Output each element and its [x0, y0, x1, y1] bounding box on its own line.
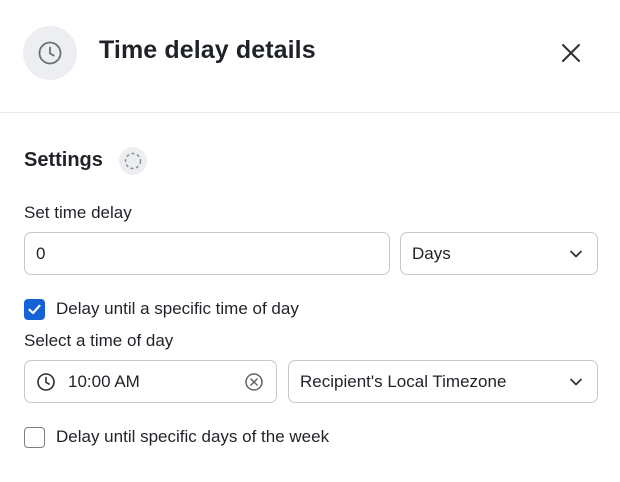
page-title: Time delay details: [99, 36, 316, 64]
time-of-day-label: Select a time of day: [24, 331, 174, 350]
settings-heading: Settings: [24, 149, 103, 171]
time-value: 10:00 AM: [68, 372, 140, 391]
delay-unit-value: Days: [412, 243, 451, 263]
time-picker-field[interactable]: 10:00 AM: [24, 360, 277, 403]
chevron-down-icon: [570, 250, 582, 258]
days-of-week-checkbox[interactable]: [24, 427, 45, 448]
clear-icon[interactable]: [244, 372, 264, 392]
time-delay-panel: Time delay details Settings Set time del…: [0, 0, 620, 482]
loading-spinner-icon: [119, 147, 147, 175]
timezone-select[interactable]: Recipient's Local Timezone: [288, 360, 598, 403]
close-button[interactable]: [556, 38, 586, 68]
close-icon: [562, 44, 580, 62]
checkmark-icon: [28, 304, 41, 315]
delay-amount-input[interactable]: [25, 243, 389, 264]
delay-label: Set time delay: [24, 203, 132, 222]
delay-unit-select[interactable]: Days: [400, 232, 598, 275]
clock-icon: [37, 373, 55, 391]
timezone-value: Recipient's Local Timezone: [300, 371, 507, 391]
chevron-down-icon: [570, 378, 582, 386]
days-of-week-checkbox-label[interactable]: Delay until specific days of the week: [56, 427, 329, 447]
time-of-day-checkbox[interactable]: [24, 299, 45, 320]
delay-amount-field[interactable]: [24, 232, 390, 275]
clock-icon: [23, 26, 77, 80]
time-of-day-checkbox-label[interactable]: Delay until a specific time of day: [56, 299, 299, 319]
panel-header: Time delay details: [0, 0, 620, 113]
